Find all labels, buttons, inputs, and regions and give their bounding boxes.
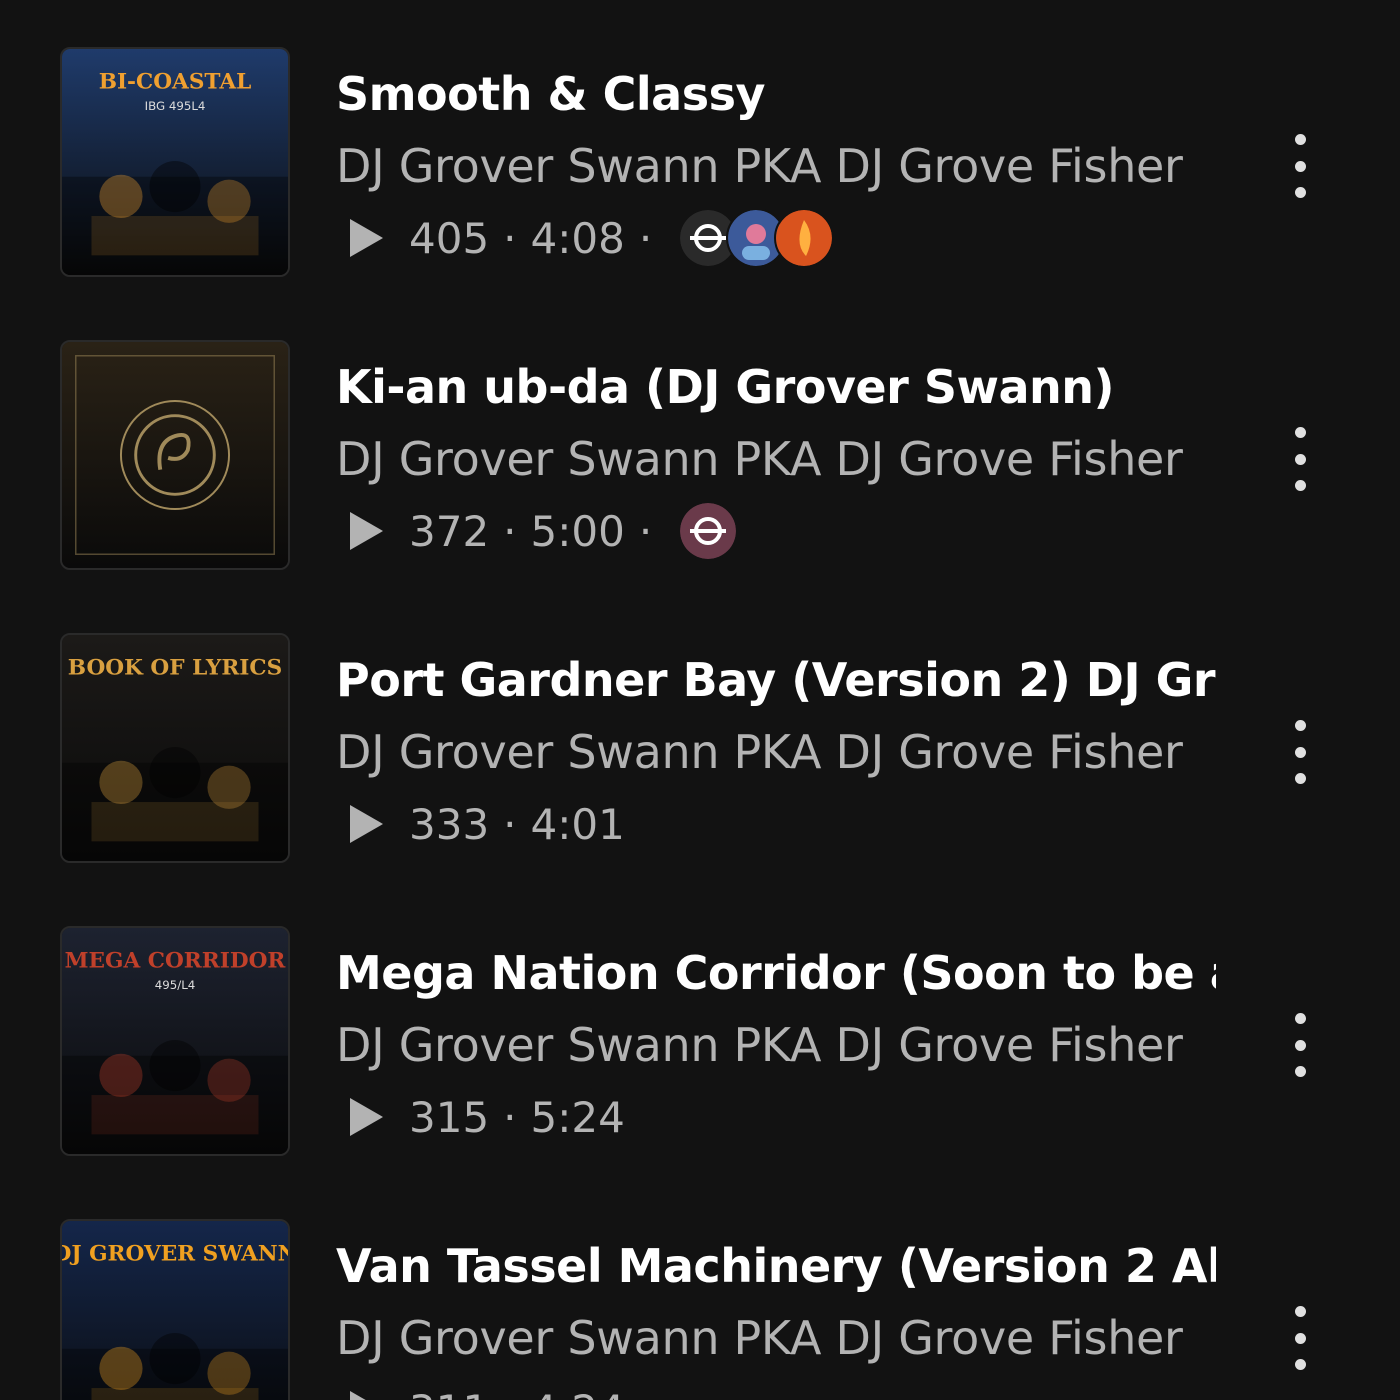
more-vertical-icon[interactable] [1280,1013,1320,1077]
track-meta: 315 · 5:24 [350,1087,625,1147]
play-icon [350,219,383,257]
flame-avatar-icon[interactable] [774,208,835,268]
track-title[interactable]: Van Tassel Machinery (Version 2 Alte... [336,1238,1216,1294]
play-count: 333 [409,799,490,849]
play-count: 311 [409,1386,489,1400]
art-sub-text: IBG 495L4 [145,99,206,113]
track-duration: 4:01 [530,799,625,849]
meta-separator: · [638,506,653,556]
track-row[interactable]: DJ GROVER SWANN Van Tassel Machinery (Ve… [0,1172,1400,1400]
album-art[interactable]: BI-COASTAL IBG 495L4 [60,47,290,277]
album-art[interactable]: DJ GROVER SWANN [60,1219,290,1400]
portrait-avatar-icon[interactable] [678,501,739,561]
track-title[interactable]: Mega Nation Corridor (Soon to be an ... [336,945,1216,1001]
track-title[interactable]: Smooth & Classy [336,66,1216,122]
meta-separator: · [638,213,653,263]
track-title[interactable]: Port Gardner Bay (Version 2) DJ Grov... [336,652,1216,708]
track-meta: 405 · 4:08 · [350,208,835,268]
track-row[interactable]: MEGA CORRIDOR 495/L4 Mega Nation Corrido… [0,879,1400,1172]
meta-separator: · [503,1092,517,1142]
more-vertical-icon[interactable] [1280,134,1320,198]
track-meta: 372 · 5:00 · [350,501,739,561]
album-art[interactable]: MEGA CORRIDOR 495/L4 [60,926,290,1156]
reposter-avatars[interactable] [678,501,739,561]
play-icon [350,512,383,550]
art-title-text: MEGA CORRIDOR [65,948,287,973]
track-row[interactable]: BI-COASTAL IBG 495L4 Smooth & Classy DJ … [0,0,1400,293]
more-vertical-icon[interactable] [1280,427,1320,491]
meta-separator: · [503,506,517,556]
more-vertical-icon[interactable] [1280,1306,1320,1370]
track-row[interactable]: Ki-an ub-da (DJ Grover Swann) DJ Grover … [0,293,1400,586]
track-duration: 4:24 [531,1386,625,1400]
play-icon [350,1391,383,1400]
reposter-avatars[interactable] [678,208,835,268]
more-vertical-icon[interactable] [1280,720,1320,784]
track-artist[interactable]: DJ Grover Swann PKA DJ Grove Fisher [336,1310,1236,1366]
track-artist[interactable]: DJ Grover Swann PKA DJ Grove Fisher [336,431,1236,487]
track-row[interactable]: BOOK OF LYRICS Port Gardner Bay (Version… [0,586,1400,879]
art-title-text: BOOK OF LYRICS [68,655,282,680]
play-count: 315 [409,1092,490,1142]
track-artist[interactable]: DJ Grover Swann PKA DJ Grove Fisher [336,1017,1236,1073]
meta-separator: · [503,799,517,849]
track-duration: 5:24 [530,1092,625,1142]
art-title-text: BI-COASTAL [99,69,252,94]
track-duration: 4:08 [530,213,625,263]
art-title-text: DJ GROVER SWANN [62,1241,288,1266]
meta-separator: · [503,213,517,263]
track-title[interactable]: Ki-an ub-da (DJ Grover Swann) [336,359,1216,415]
track-artist[interactable]: DJ Grover Swann PKA DJ Grove Fisher [336,138,1236,194]
play-icon [350,1098,383,1136]
play-count: 372 [409,506,490,556]
play-count: 405 [409,213,490,263]
play-icon [350,805,383,843]
art-sub-text: 495/L4 [155,978,196,992]
track-meta: 311 · 4:24 [350,1380,625,1400]
meta-separator: · [503,1386,516,1400]
album-art[interactable]: BOOK OF LYRICS [60,633,290,863]
album-art[interactable] [60,340,290,570]
track-artist[interactable]: DJ Grover Swann PKA DJ Grove Fisher [336,724,1236,780]
track-duration: 5:00 [530,506,625,556]
track-list: BI-COASTAL IBG 495L4 Smooth & Classy DJ … [0,0,1400,1400]
track-meta: 333 · 4:01 [350,794,625,854]
